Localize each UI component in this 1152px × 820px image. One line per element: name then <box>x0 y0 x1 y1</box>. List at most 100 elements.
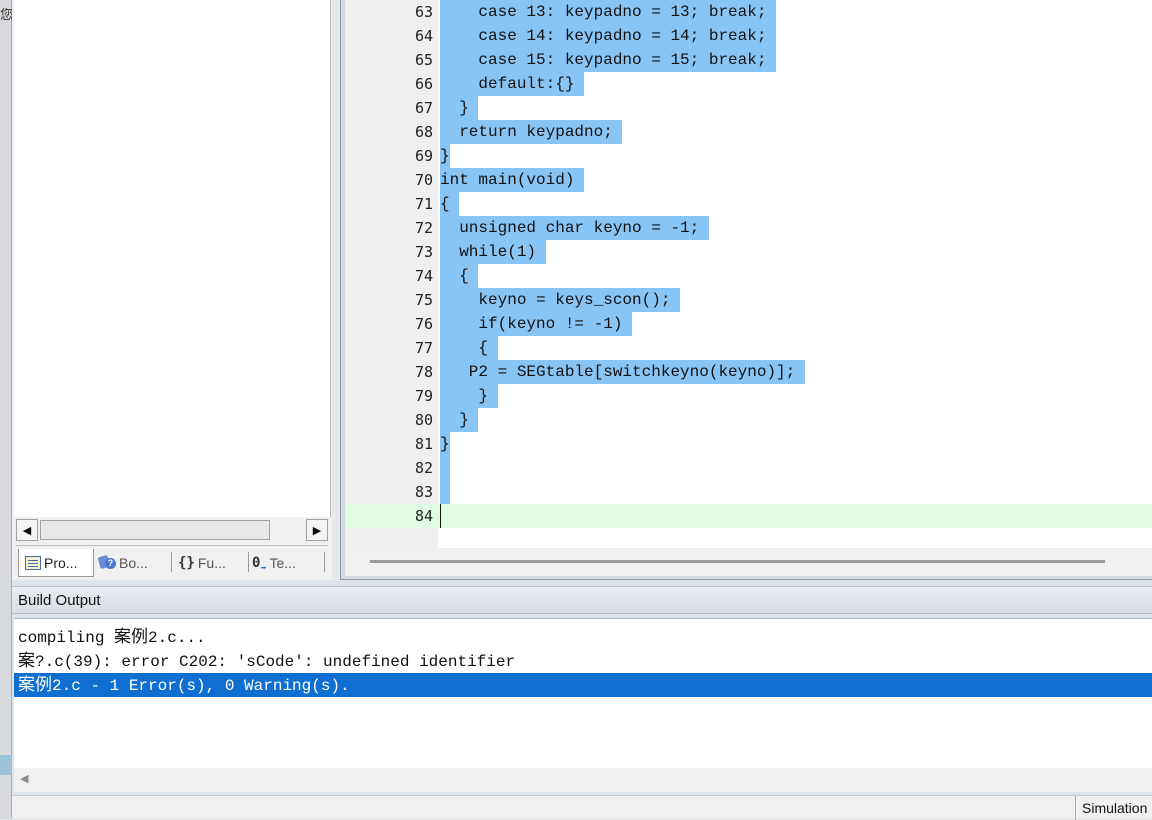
line-number: 80 <box>414 411 433 429</box>
code-line[interactable]: 69} <box>345 144 1152 168</box>
line-number: 66 <box>414 75 433 93</box>
code-text: } <box>440 96 479 120</box>
scroll-left-icon: ◀ <box>22 524 32 537</box>
code-line[interactable]: 68 return keypadno; <box>345 120 1152 144</box>
line-number: 79 <box>414 387 433 405</box>
code-line[interactable]: 63 case 13: keypadno = 13; break; <box>345 0 1152 24</box>
code-line[interactable]: 82 <box>345 456 1152 480</box>
code-text: unsigned char keyno = -1; <box>440 216 709 240</box>
panel-tabs: Pro... Bo... {} Fu... 0➡ Te... <box>16 545 328 578</box>
line-number: 77 <box>414 339 433 357</box>
line-number: 82 <box>414 459 433 477</box>
tab-functions-label: Fu... <box>197 555 226 571</box>
code-line[interactable]: 72 unsigned char keyno = -1; <box>345 216 1152 240</box>
text-cursor <box>440 504 442 528</box>
line-number: 74 <box>414 267 433 285</box>
code-line[interactable]: 71 { <box>345 192 1152 216</box>
code-line[interactable]: 64 case 14: keypadno = 14; break; <box>345 24 1152 48</box>
code-text: case 13: keypadno = 13; break; <box>440 0 777 24</box>
code-line[interactable]: 79 } <box>345 384 1152 408</box>
code-text: while(1) <box>440 240 546 264</box>
editor-scroll-thumb[interactable] <box>370 560 1105 563</box>
code-line[interactable]: 70 int main(void) <box>345 168 1152 192</box>
code-line[interactable]: 75 keyno = keys_scon(); <box>345 288 1152 312</box>
code-text: } <box>440 432 450 456</box>
panel-splitter[interactable] <box>332 0 340 580</box>
tab-separator <box>171 552 172 572</box>
code-line[interactable]: 81} <box>345 432 1152 456</box>
tab-templates-label: Te... <box>269 555 296 571</box>
editor-horizontal-scrollbar[interactable] <box>345 548 1152 576</box>
tab-books[interactable]: Bo... <box>98 549 170 577</box>
functions-icon: {} <box>178 555 195 571</box>
scroll-left-button[interactable]: ◀ <box>16 519 38 541</box>
tab-books-label: Bo... <box>119 555 148 571</box>
build-output-line[interactable]: compiling 案例2.c... <box>14 625 1152 649</box>
code-text <box>440 456 450 480</box>
scroll-right-button[interactable]: ▶ <box>306 519 328 541</box>
project-panel: ◀ ▶ Pro... Bo... {} Fu... 0➡ Te... <box>12 0 332 580</box>
build-output-title: Build Output <box>12 586 1152 614</box>
status-bar: Simulation <box>12 795 1152 820</box>
code-text: { <box>440 192 460 216</box>
code-line[interactable]: 67 } <box>345 96 1152 120</box>
code-line[interactable]: 84 <box>345 504 1152 528</box>
code-line[interactable]: 74 { <box>345 264 1152 288</box>
code-line[interactable]: 76 if(keyno != -1) <box>345 312 1152 336</box>
line-number: 72 <box>414 219 433 237</box>
line-number: 68 <box>414 123 433 141</box>
code-text: } <box>440 408 479 432</box>
code-text: case 15: keypadno = 15; break; <box>440 48 777 72</box>
templates-icon: 0➡ <box>252 555 267 574</box>
build-output-text: compiling <box>18 629 115 647</box>
project-icon <box>25 555 41 570</box>
code-text: { <box>440 336 498 360</box>
line-number: 70 <box>414 171 433 189</box>
line-number: 83 <box>414 483 433 501</box>
build-output-line[interactable]: 案?.c(39): error C202: 'sCode': undefined… <box>14 649 1152 673</box>
code-line[interactable]: 77 { <box>345 336 1152 360</box>
build-output-line[interactable]: 案例2.c - 1 Error(s), 0 Warning(s). <box>14 673 1152 697</box>
background-window-edge: 您 <box>0 0 13 819</box>
scroll-thumb[interactable] <box>40 520 270 540</box>
tab-separator <box>248 552 249 572</box>
project-horizontal-scrollbar[interactable]: ◀ ▶ <box>16 518 328 542</box>
status-mode: Simulation <box>1075 796 1152 820</box>
code-line[interactable]: 73 while(1) <box>345 240 1152 264</box>
code-text: if(keyno != -1) <box>440 312 633 336</box>
build-output-text: 案例 <box>114 627 149 647</box>
line-number: 81 <box>414 435 433 453</box>
build-output-text: 案例 <box>18 675 52 695</box>
scroll-right-icon: ▶ <box>312 524 322 537</box>
code-line[interactable]: 65 case 15: keypadno = 15; break; <box>345 48 1152 72</box>
line-number: 84 <box>414 507 433 525</box>
code-line[interactable]: 78 P2 = SEGtable[switchkeyno(keyno)]; <box>345 360 1152 384</box>
code-text: default:{} <box>440 72 585 96</box>
background-window-icon <box>0 755 12 775</box>
build-output-scrollbar[interactable]: ◀ <box>14 768 1152 792</box>
code-text: } <box>440 384 498 408</box>
code-line[interactable]: 66 default:{} <box>345 72 1152 96</box>
line-number: 63 <box>414 3 433 21</box>
code-line[interactable]: 83 <box>345 480 1152 504</box>
code-text: int main(void) <box>440 168 585 192</box>
tab-templates[interactable]: 0➡ Te... <box>252 549 324 577</box>
line-number: 67 <box>414 99 433 117</box>
tab-project[interactable]: Pro... <box>18 549 94 577</box>
tab-functions[interactable]: {} Fu... <box>178 549 250 577</box>
code-text <box>440 480 450 504</box>
line-number: 73 <box>414 243 433 261</box>
line-number: 69 <box>414 147 433 165</box>
code-line[interactable]: 80 } <box>345 408 1152 432</box>
project-tree[interactable] <box>14 0 331 517</box>
code-editor[interactable]: 63 case 13: keypadno = 13; break; 64 cas… <box>345 0 1152 548</box>
line-number: 78 <box>414 363 433 381</box>
code-text: return keypadno; <box>440 120 623 144</box>
line-number: 71 <box>414 195 433 213</box>
build-output-pane[interactable]: compiling 案例2.c... 案?.c(39): error C202: … <box>14 618 1152 769</box>
line-number: 64 <box>414 27 433 45</box>
tab-project-label: Pro... <box>44 554 78 571</box>
build-output-text: 案 <box>18 651 35 671</box>
scroll-left-icon[interactable]: ◀ <box>20 772 28 785</box>
code-text: { <box>440 264 479 288</box>
